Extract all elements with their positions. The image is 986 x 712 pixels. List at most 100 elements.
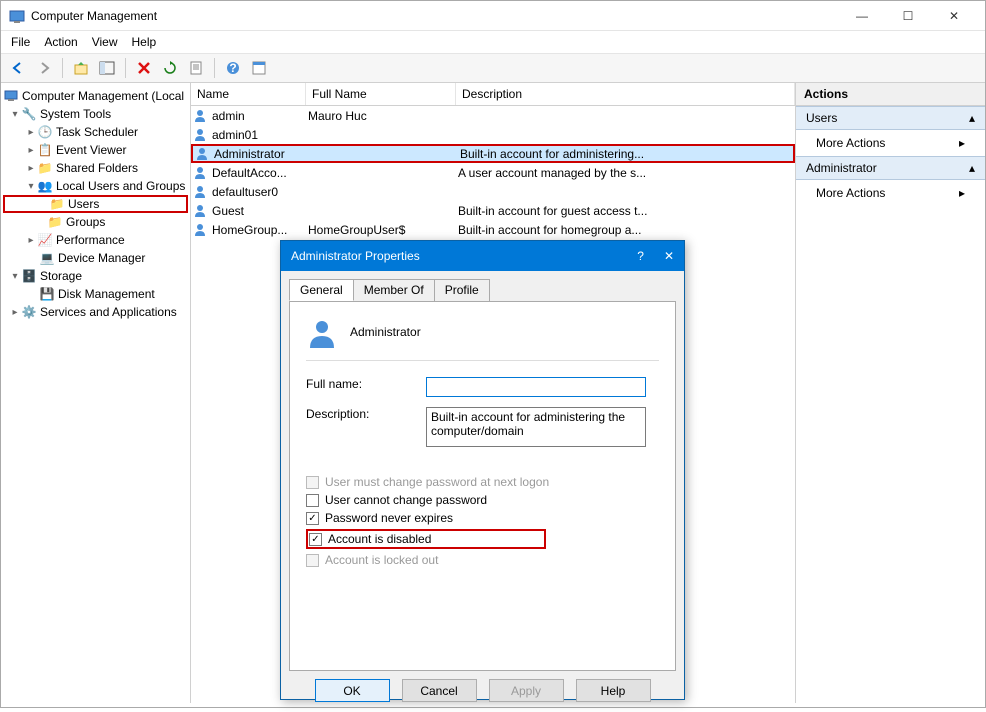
row-description: Built-in account for administering...	[460, 147, 791, 161]
tree-pane: Computer Management (Local ▾🔧System Tool…	[1, 83, 191, 703]
tree-services-apps[interactable]: ▸⚙️Services and Applications	[3, 303, 188, 321]
user-icon	[193, 203, 209, 219]
tree-device-manager[interactable]: 💻Device Manager	[3, 249, 188, 267]
user-icon	[193, 165, 209, 181]
description-input[interactable]: Built-in account for administering the c…	[426, 407, 646, 447]
actions-more-admin[interactable]: More Actions▸	[796, 180, 985, 206]
user-icon	[306, 316, 338, 348]
fullname-input[interactable]	[426, 377, 646, 397]
collapse-icon: ▴	[969, 111, 975, 125]
tab-general[interactable]: General	[289, 279, 354, 301]
refresh-button[interactable]	[159, 57, 181, 79]
show-hide-tree-button[interactable]	[96, 57, 118, 79]
minimize-button[interactable]: —	[839, 1, 885, 31]
row-name: admin	[212, 109, 245, 123]
computer-icon	[3, 88, 19, 104]
dialog-title-bar[interactable]: Administrator Properties ? ✕	[281, 241, 684, 271]
storage-icon: 🗄️	[21, 268, 37, 284]
tree-users[interactable]: 📁Users	[3, 195, 188, 213]
toolbar: ?	[1, 54, 985, 83]
list-row[interactable]: Administrator Built-in account for admini…	[191, 144, 795, 163]
event-icon: 📋	[37, 142, 53, 158]
row-name: admin01	[212, 128, 258, 142]
row-name: Guest	[212, 204, 244, 218]
help-button[interactable]: Help	[576, 679, 651, 702]
services-icon: ⚙️	[21, 304, 37, 320]
user-icon	[195, 146, 211, 162]
row-description: A user account managed by the s...	[458, 166, 793, 180]
checkbox-account-locked: Account is locked out	[306, 553, 659, 567]
tree-systools[interactable]: ▾🔧System Tools	[3, 105, 188, 123]
actions-section-users[interactable]: Users▴	[796, 106, 985, 130]
tree-groups[interactable]: 📁Groups	[3, 213, 188, 231]
back-button[interactable]	[7, 57, 29, 79]
disk-icon: 💾	[39, 286, 55, 302]
menu-view[interactable]: View	[92, 35, 118, 49]
row-name: defaultuser0	[212, 185, 278, 199]
up-button[interactable]	[70, 57, 92, 79]
checkbox-must-change-pw: User must change password at next logon	[306, 475, 659, 489]
list-row[interactable]: admin01	[191, 125, 795, 144]
menu-action[interactable]: Action	[44, 35, 77, 49]
delete-button[interactable]	[133, 57, 155, 79]
list-row[interactable]: HomeGroup...HomeGroupUser$Built-in accou…	[191, 220, 795, 239]
actions-more-users[interactable]: More Actions▸	[796, 130, 985, 156]
row-fullname: Mauro Huc	[308, 109, 458, 123]
row-name: Administrator	[214, 147, 285, 161]
users-icon: 👥	[37, 178, 53, 194]
tree-disk-management[interactable]: 💾Disk Management	[3, 285, 188, 303]
checkbox-account-disabled[interactable]: ✓ Account is disabled	[306, 529, 546, 549]
tab-panel-general: Administrator Full name: Description: Bu…	[289, 301, 676, 671]
tab-member-of[interactable]: Member Of	[353, 279, 435, 301]
tree-event-viewer[interactable]: ▸📋Event Viewer	[3, 141, 188, 159]
actions-header: Actions	[796, 83, 985, 106]
list-row[interactable]: admin Mauro Huc	[191, 106, 795, 125]
tree-performance[interactable]: ▸📈Performance	[3, 231, 188, 249]
properties-button[interactable]	[248, 57, 270, 79]
column-fullname[interactable]: Full Name	[306, 83, 456, 105]
user-icon	[193, 127, 209, 143]
svg-text:?: ?	[229, 61, 236, 75]
menu-help[interactable]: Help	[132, 35, 157, 49]
shared-icon: 📁	[37, 160, 53, 176]
tree-task-scheduler[interactable]: ▸🕒Task Scheduler	[3, 123, 188, 141]
column-description[interactable]: Description	[456, 83, 795, 105]
list-row[interactable]: defaultuser0	[191, 182, 795, 201]
tree-root[interactable]: Computer Management (Local	[3, 87, 188, 105]
checkbox-pw-never-expires[interactable]: ✓ Password never expires	[306, 511, 659, 525]
dialog-username: Administrator	[350, 325, 421, 339]
column-name[interactable]: Name	[191, 83, 306, 105]
forward-button[interactable]	[33, 57, 55, 79]
list-row[interactable]: GuestBuilt-in account for guest access t…	[191, 201, 795, 220]
user-icon	[193, 222, 209, 238]
dialog-buttons: OK Cancel Apply Help	[281, 679, 684, 712]
tree-shared-folders[interactable]: ▸📁Shared Folders	[3, 159, 188, 177]
tab-profile[interactable]: Profile	[434, 279, 490, 301]
apply-button[interactable]: Apply	[489, 679, 564, 702]
checkbox-icon: ✓	[309, 533, 322, 546]
dialog-help-button[interactable]: ?	[637, 249, 644, 263]
checkbox-cannot-change-pw[interactable]: User cannot change password	[306, 493, 659, 507]
row-name: HomeGroup...	[212, 223, 287, 237]
help-button[interactable]: ?	[222, 57, 244, 79]
row-description: Built-in account for homegroup a...	[458, 223, 793, 237]
actions-section-admin[interactable]: Administrator▴	[796, 156, 985, 180]
app-icon	[9, 8, 25, 24]
cancel-button[interactable]: Cancel	[402, 679, 477, 702]
chevron-right-icon: ▸	[959, 186, 965, 200]
tree-storage[interactable]: ▾🗄️Storage	[3, 267, 188, 285]
export-button[interactable]	[185, 57, 207, 79]
dialog-close-button[interactable]: ✕	[664, 249, 674, 263]
maximize-button[interactable]: ☐	[885, 1, 931, 31]
checkbox-icon: ✓	[306, 512, 319, 525]
device-icon: 💻	[39, 250, 55, 266]
perf-icon: 📈	[37, 232, 53, 248]
list-row[interactable]: DefaultAcco...A user account managed by …	[191, 163, 795, 182]
close-button[interactable]: ✕	[931, 1, 977, 31]
collapse-icon: ▴	[969, 161, 975, 175]
checkbox-icon	[306, 554, 319, 567]
menu-file[interactable]: File	[11, 35, 30, 49]
ok-button[interactable]: OK	[315, 679, 390, 702]
tree-local-users-groups[interactable]: ▾👥Local Users and Groups	[3, 177, 188, 195]
actions-pane: Actions Users▴ More Actions▸ Administrat…	[795, 83, 985, 703]
